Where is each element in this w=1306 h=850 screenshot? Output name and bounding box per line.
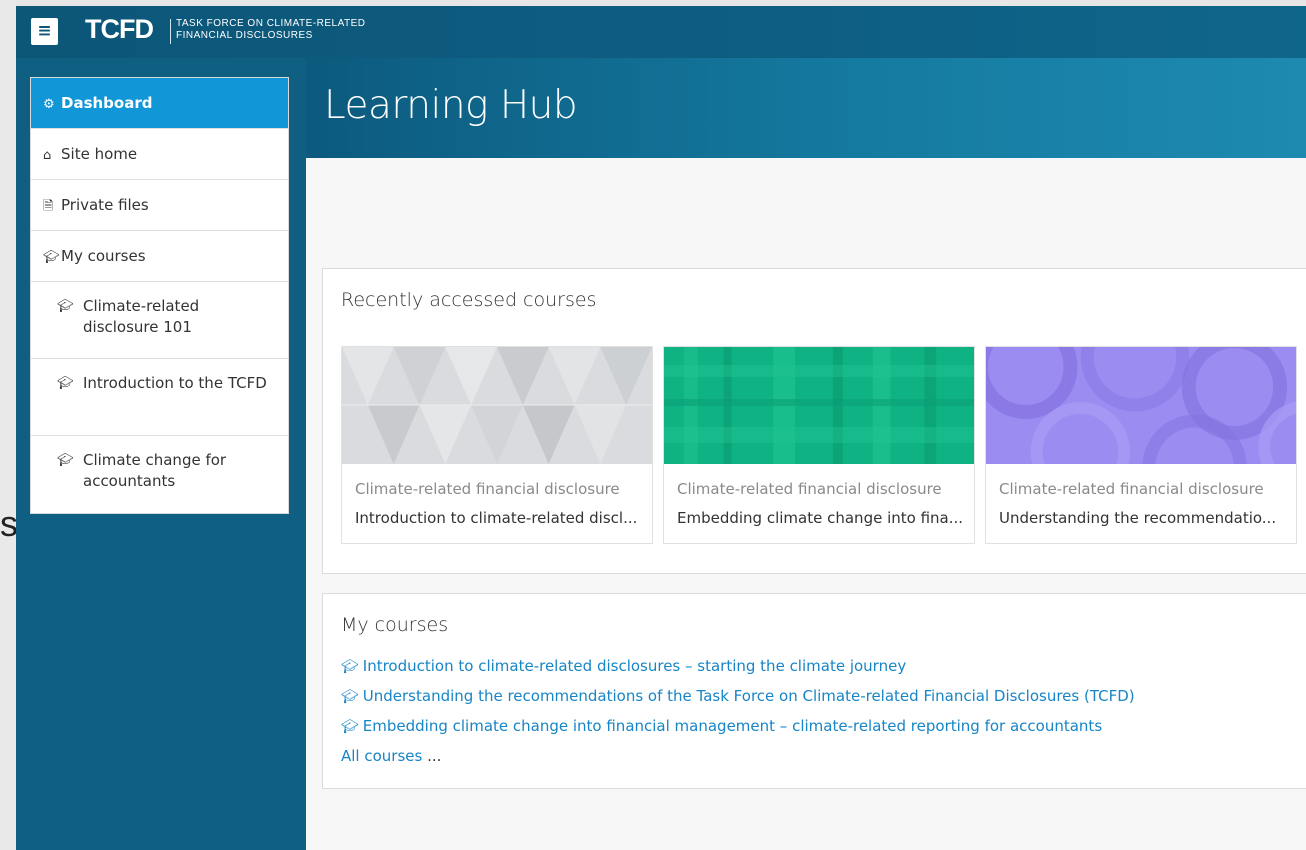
logo-subtitle: TASK FORCE ON CLIMATE-RELATED FINANCIAL … (176, 18, 366, 42)
graduation-cap-icon: 🎓︎ (57, 299, 74, 314)
course-link-3[interactable]: 🎓︎ Embedding climate change into financia… (341, 717, 1102, 735)
sidebar-item-label: Site home (61, 145, 138, 163)
course-category: Climate-related financial disclosure (999, 480, 1264, 498)
all-courses-link[interactable]: All courses ... (341, 747, 441, 765)
course-link-text[interactable]: Understanding the recommendations of the… (363, 687, 1135, 705)
graduation-cap-icon: 🎓︎ (57, 376, 74, 391)
course-card-3[interactable]: Climate-related financial disclosure Und… (985, 346, 1297, 544)
course-name[interactable]: Introduction to climate-related discl... (355, 509, 645, 527)
sidebar-item-my-courses[interactable]: 🎓︎My courses (31, 231, 288, 282)
graduation-cap-icon: 🎓︎ (341, 659, 359, 675)
file-icon: 🗎︎ (43, 199, 54, 214)
logo-divider (170, 19, 171, 44)
my-courses-block: My courses 🎓︎ Introduction to climate-rel… (322, 593, 1306, 789)
page-header: Learning Hub (306, 58, 1306, 158)
sidebar-item-climate-related-disclosure-101[interactable]: 🎓︎ Climate-related disclosure 101 (31, 282, 288, 359)
graduation-cap-icon: 🎓︎ (43, 250, 60, 265)
sidebar-item-site-home[interactable]: ⌂ Site home (31, 129, 288, 180)
logo-subtitle-line1: TASK FORCE ON CLIMATE-RELATED (176, 18, 366, 29)
outer-background (0, 0, 16, 850)
sidebar-item-introduction-to-tcfd[interactable]: 🎓︎ Introduction to the TCFD (31, 359, 288, 436)
course-name[interactable]: Embedding climate change into fina... (677, 509, 967, 527)
all-courses-label[interactable]: All courses (341, 747, 422, 765)
sidebar-item-climate-change-for-accountants[interactable]: 🎓︎ Climate change for accountants (31, 436, 288, 513)
sidebar-item-dashboard[interactable]: ⚙ Dashboard (31, 78, 288, 129)
my-courses-title: My courses (341, 614, 449, 636)
course-link-2[interactable]: 🎓︎ Understanding the recommendations of t… (341, 687, 1135, 705)
hamburger-menu-icon[interactable]: ≡ (31, 18, 58, 45)
sidebar-nav: ⚙ Dashboard ⌂ Site home 🗎︎ Private files 🎓︎… (30, 77, 289, 514)
course-card-1[interactable]: Climate-related financial disclosure Int… (341, 346, 653, 544)
page-title: Learning Hub (324, 83, 578, 128)
graduation-cap-icon: 🎓︎ (57, 453, 74, 468)
course-category: Climate-related financial disclosure (677, 480, 942, 498)
home-icon: ⌂ (43, 148, 52, 163)
course-image-purple-circles (986, 347, 1296, 464)
sidebar-item-private-files[interactable]: 🗎︎ Private files (31, 180, 288, 231)
graduation-cap-icon: 🎓︎ (341, 689, 359, 705)
sidebar-item-label: Private files (61, 196, 149, 214)
course-image-green-plaid (664, 347, 974, 464)
course-link-text[interactable]: Introduction to climate-related disclosu… (363, 657, 906, 675)
sidebar-item-label: My courses (61, 247, 146, 265)
app-window: ≡ TCFD TASK FORCE ON CLIMATE-RELATED FIN… (16, 6, 1306, 850)
recently-accessed-title: Recently accessed courses (341, 289, 597, 311)
course-name[interactable]: Understanding the recommendatio... (999, 509, 1289, 527)
logo-subtitle-line2: FINANCIAL DISCLOSURES (176, 30, 313, 41)
sidebar-item-label: Climate change for accountants (83, 451, 227, 490)
tcfd-logo[interactable]: TCFD (85, 14, 154, 45)
course-image-grey-triangles (342, 347, 652, 464)
course-card-2[interactable]: Climate-related financial disclosure Emb… (663, 346, 975, 544)
recently-accessed-block: Recently accessed courses Climate-relate… (322, 268, 1306, 574)
sidebar-item-label: Dashboard (61, 94, 153, 112)
main-content: Recently accessed courses Climate-relate… (306, 158, 1306, 850)
dashboard-icon: ⚙ (43, 97, 55, 112)
sidebar-item-label: Climate-related disclosure 101 (83, 297, 200, 336)
course-category: Climate-related financial disclosure (355, 480, 620, 498)
graduation-cap-icon: 🎓︎ (341, 719, 359, 735)
all-courses-ellipsis: ... (427, 747, 442, 765)
course-link-1[interactable]: 🎓︎ Introduction to climate-related disclo… (341, 657, 906, 675)
course-link-text[interactable]: Embedding climate change into financial … (363, 717, 1102, 735)
sidebar-item-label: Introduction to the TCFD (83, 374, 267, 392)
top-navbar: ≡ TCFD TASK FORCE ON CLIMATE-RELATED FIN… (16, 6, 1306, 58)
